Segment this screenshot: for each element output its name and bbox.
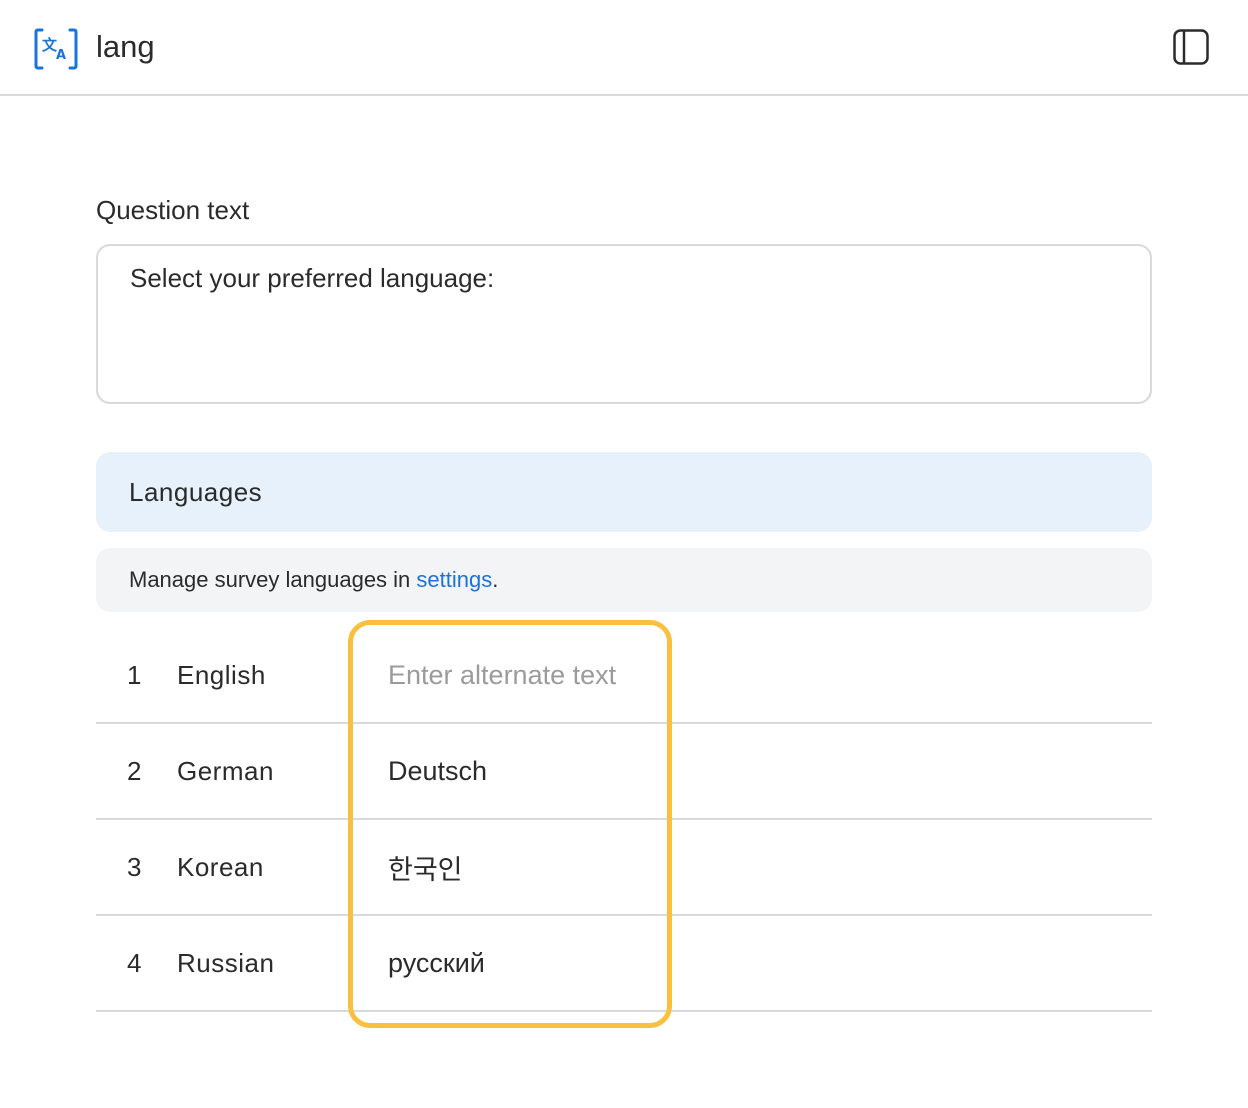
language-name: Russian: [177, 948, 275, 978]
language-index: 2: [127, 756, 142, 786]
languages-section-header: Languages: [96, 452, 1152, 532]
question-text-label: Question text: [96, 195, 250, 225]
sidebar-panel-icon[interactable]: [1172, 28, 1212, 68]
language-row-korean: 3 Korean: [96, 820, 1152, 916]
alternate-text-input-english[interactable]: [388, 652, 668, 698]
languages-section-title: Languages: [129, 477, 263, 507]
alternate-text-input-german[interactable]: [388, 748, 668, 794]
info-prefix: Manage survey languages in: [129, 567, 417, 592]
alternate-text-input-korean[interactable]: [388, 844, 668, 890]
question-text-value[interactable]: Select your preferred language:: [130, 262, 494, 294]
languages-info-box: Manage survey languages in settings.: [96, 548, 1152, 612]
language-row-german: 2 German: [96, 724, 1152, 820]
language-index: 3: [127, 852, 142, 882]
language-name: Korean: [177, 852, 264, 882]
question-text-input[interactable]: Select your preferred language:: [96, 244, 1152, 404]
svg-text:A: A: [56, 48, 66, 63]
alternate-text-input-russian[interactable]: [388, 940, 668, 986]
language-row-english: 1 English: [96, 628, 1152, 724]
language-index: 1: [127, 660, 142, 690]
language-name: German: [177, 756, 274, 786]
info-suffix: .: [492, 567, 499, 592]
settings-link[interactable]: settings: [416, 567, 492, 592]
language-name: English: [177, 660, 266, 690]
translate-icon: 文 A: [34, 28, 78, 70]
languages-info-text: Manage survey languages in settings.: [129, 565, 498, 595]
top-bar: 文 A lang: [0, 0, 1248, 96]
language-row-russian: 4 Russian: [96, 916, 1152, 1012]
language-index: 4: [127, 948, 142, 978]
app-title: lang: [96, 29, 155, 64]
